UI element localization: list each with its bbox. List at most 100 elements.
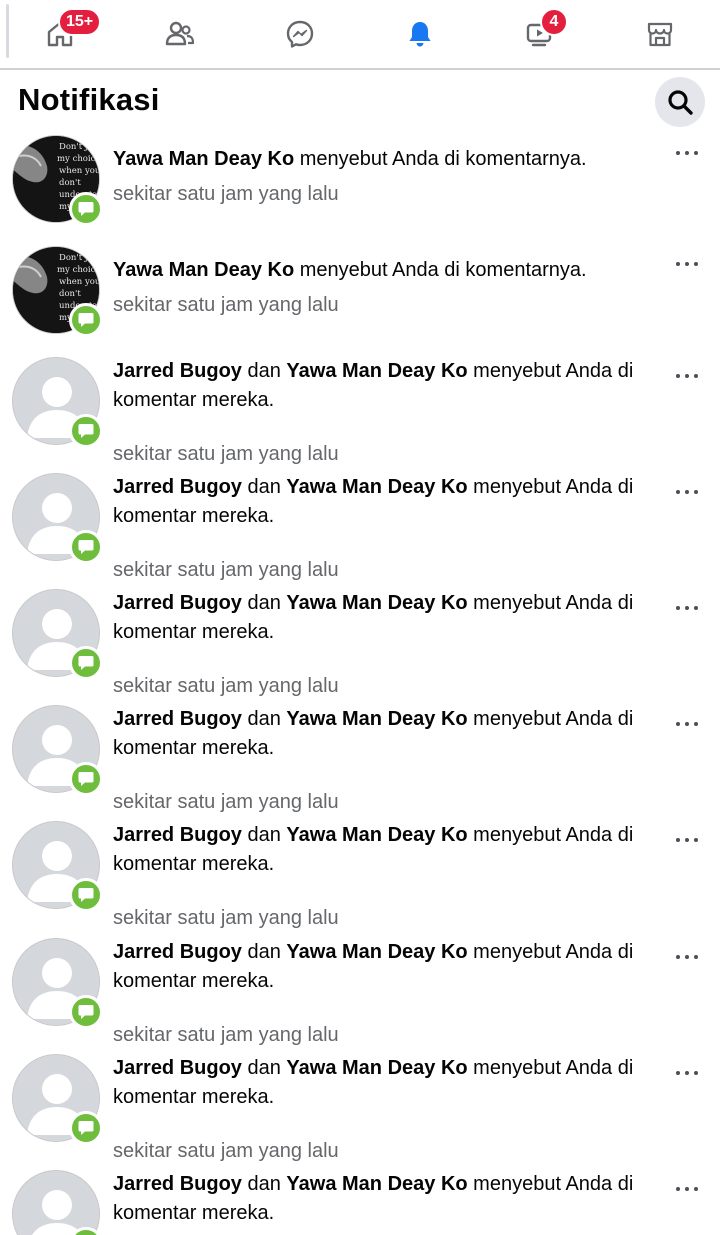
notification-item[interactable]: Jarred Bugoy dan Yawa Man Deay Ko menyeb… xyxy=(0,1170,720,1235)
notification-time: sekitar satu jam yang lalu xyxy=(113,559,339,581)
marketplace-icon xyxy=(647,22,673,47)
search-button[interactable] xyxy=(655,77,705,127)
more-options-button[interactable] xyxy=(676,1182,698,1196)
avatar-text-line: don't xyxy=(59,178,81,188)
avatar-text-line: when you xyxy=(59,166,100,176)
comment-badge xyxy=(69,192,103,226)
notification-item[interactable]: Jarred Bugoy dan Yawa Man Deay Ko menyeb… xyxy=(0,821,720,937)
top-navigation: 15+ 4 xyxy=(0,0,720,70)
more-options-button[interactable] xyxy=(676,485,698,499)
page-title: Notifikasi xyxy=(18,82,160,117)
actor-name[interactable]: Jarred Bugoy xyxy=(113,1173,242,1195)
actor-name[interactable]: Yawa Man Deay Ko xyxy=(113,259,294,281)
notification-message: menyebut Anda di komentarnya. xyxy=(294,259,587,281)
messenger-icon xyxy=(286,20,314,48)
tab-home[interactable]: 15+ xyxy=(0,0,120,68)
actor-name[interactable]: Yawa Man Deay Ko xyxy=(286,824,467,846)
more-options-button[interactable] xyxy=(676,601,698,615)
notification-item[interactable]: Jarred Bugoy dan Yawa Man Deay Ko menyeb… xyxy=(0,705,720,821)
tab-notifications[interactable] xyxy=(360,0,480,68)
actor-name[interactable]: Jarred Bugoy xyxy=(113,592,242,614)
avatar[interactable] xyxy=(12,473,103,564)
dot xyxy=(694,955,698,959)
avatar-text-line: my choices xyxy=(57,265,100,275)
dot xyxy=(676,151,680,155)
avatar[interactable] xyxy=(12,821,103,912)
notification-time: sekitar satu jam yang lalu xyxy=(113,443,339,465)
dot xyxy=(676,722,680,726)
actor-name[interactable]: Jarred Bugoy xyxy=(113,708,242,730)
actor-name[interactable]: Yawa Man Deay Ko xyxy=(286,941,467,963)
conjunction: dan xyxy=(241,1173,287,1195)
more-options-button[interactable] xyxy=(676,950,698,964)
dot xyxy=(676,262,680,266)
dot xyxy=(685,374,689,378)
actor-name[interactable]: Yawa Man Deay Ko xyxy=(286,708,467,730)
dot xyxy=(685,151,689,155)
dot xyxy=(685,838,689,842)
avatar[interactable] xyxy=(12,938,103,1029)
notification-text: Yawa Man Deay Ko menyebut Anda di koment… xyxy=(113,145,653,174)
friends-icon xyxy=(165,21,195,46)
notification-time: sekitar satu jam yang lalu xyxy=(113,1024,339,1046)
actor-name[interactable]: Yawa Man Deay Ko xyxy=(286,1057,467,1079)
avatar[interactable] xyxy=(12,357,103,448)
avatar[interactable] xyxy=(12,589,103,680)
dot xyxy=(676,490,680,494)
notification-text: Jarred Bugoy dan Yawa Man Deay Ko menyeb… xyxy=(113,589,653,647)
dot xyxy=(685,955,689,959)
notification-item[interactable]: Jarred Bugoy dan Yawa Man Deay Ko menyeb… xyxy=(0,357,720,473)
actor-name[interactable]: Jarred Bugoy xyxy=(113,941,242,963)
avatar[interactable] xyxy=(12,705,103,796)
more-options-button[interactable] xyxy=(676,833,698,847)
avatar-text-line: when you xyxy=(59,277,100,287)
notification-time: sekitar satu jam yang lalu xyxy=(113,294,339,316)
dot xyxy=(676,955,680,959)
notification-item[interactable]: Don't judgemy choiceswhen youdon'tunders… xyxy=(0,135,720,246)
notification-item[interactable]: Don't judgemy choiceswhen youdon'tunders… xyxy=(0,246,720,357)
avatar-text-line: don't xyxy=(59,289,81,299)
dot xyxy=(694,151,698,155)
comment-icon xyxy=(78,888,94,902)
comment-icon xyxy=(78,772,94,786)
actor-name[interactable]: Yawa Man Deay Ko xyxy=(286,1173,467,1195)
actor-name[interactable]: Yawa Man Deay Ko xyxy=(286,592,467,614)
notification-text: Jarred Bugoy dan Yawa Man Deay Ko menyeb… xyxy=(113,938,653,996)
actor-name[interactable]: Jarred Bugoy xyxy=(113,360,242,382)
more-options-button[interactable] xyxy=(676,146,698,160)
actor-name[interactable]: Yawa Man Deay Ko xyxy=(286,476,467,498)
avatar[interactable]: Don't judgemy choiceswhen youdon'tunders… xyxy=(12,246,103,337)
avatar-text-line: my choices xyxy=(57,154,100,164)
comment-icon xyxy=(78,540,94,554)
tab-watch[interactable]: 4 xyxy=(480,0,600,68)
more-options-button[interactable] xyxy=(676,717,698,731)
more-options-button[interactable] xyxy=(676,257,698,271)
notification-item[interactable]: Jarred Bugoy dan Yawa Man Deay Ko menyeb… xyxy=(0,589,720,705)
more-options-button[interactable] xyxy=(676,1066,698,1080)
comment-badge xyxy=(69,530,103,564)
home-notification-badge: 15+ xyxy=(58,8,102,36)
conjunction: dan xyxy=(241,1057,287,1079)
comment-icon xyxy=(78,1121,94,1135)
tab-marketplace[interactable] xyxy=(600,0,720,68)
dot xyxy=(685,1071,689,1075)
conjunction: dan xyxy=(241,941,287,963)
notification-item[interactable]: Jarred Bugoy dan Yawa Man Deay Ko menyeb… xyxy=(0,473,720,589)
actor-name[interactable]: Yawa Man Deay Ko xyxy=(113,148,294,170)
tab-messenger[interactable] xyxy=(240,0,360,68)
actor-name[interactable]: Yawa Man Deay Ko xyxy=(286,360,467,382)
notification-item[interactable]: Jarred Bugoy dan Yawa Man Deay Ko menyeb… xyxy=(0,938,720,1054)
actor-name[interactable]: Jarred Bugoy xyxy=(113,1057,242,1079)
avatar[interactable] xyxy=(12,1054,103,1145)
avatar[interactable] xyxy=(12,1170,103,1235)
actor-name[interactable]: Jarred Bugoy xyxy=(113,476,242,498)
dot xyxy=(694,490,698,494)
conjunction: dan xyxy=(241,824,287,846)
notification-item[interactable]: Jarred Bugoy dan Yawa Man Deay Ko menyeb… xyxy=(0,1054,720,1170)
tab-friends[interactable] xyxy=(120,0,240,68)
actor-name[interactable]: Jarred Bugoy xyxy=(113,824,242,846)
dot xyxy=(685,722,689,726)
notification-text: Jarred Bugoy dan Yawa Man Deay Ko menyeb… xyxy=(113,1170,653,1228)
avatar[interactable]: Don't judgemy choiceswhen youdon'tunders… xyxy=(12,135,103,226)
more-options-button[interactable] xyxy=(676,369,698,383)
